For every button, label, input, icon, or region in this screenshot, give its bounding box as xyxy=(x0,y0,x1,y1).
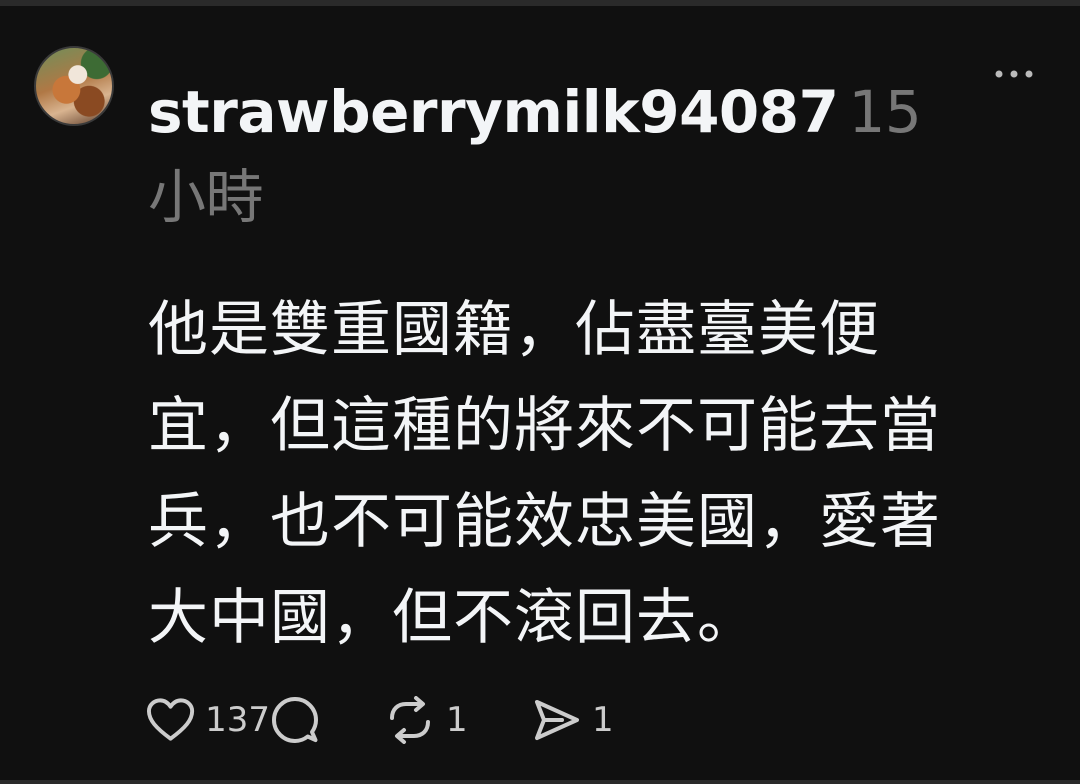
more-icon xyxy=(995,70,1033,78)
share-count: 1 xyxy=(592,700,614,740)
repost-count: 1 xyxy=(446,700,468,740)
like-button[interactable]: 137 xyxy=(146,694,270,746)
like-count: 137 xyxy=(205,700,270,740)
post-actions: 137 1 1 xyxy=(146,694,614,746)
reply-button[interactable] xyxy=(270,694,384,746)
heart-icon xyxy=(146,698,195,741)
repost-button[interactable]: 1 xyxy=(384,694,532,746)
repost-icon xyxy=(390,696,430,744)
comment-icon xyxy=(272,697,318,743)
share-button[interactable]: 1 xyxy=(532,694,614,746)
avatar[interactable] xyxy=(34,46,114,126)
post-header: strawberrymilk94087 15小時 xyxy=(148,70,978,240)
post-body: 他是雙重國籍，佔盡臺美便 宜，但這種的將來不可能去當 兵，也不可能效忠美國，愛著… xyxy=(148,295,941,653)
thread-post: strawberrymilk94087 15小時 他是雙重國籍，佔盡臺美便 宜，但… xyxy=(0,6,1080,780)
username[interactable]: strawberrymilk94087 xyxy=(148,78,839,146)
share-icon xyxy=(535,700,579,740)
more-options-button[interactable] xyxy=(988,60,1040,88)
